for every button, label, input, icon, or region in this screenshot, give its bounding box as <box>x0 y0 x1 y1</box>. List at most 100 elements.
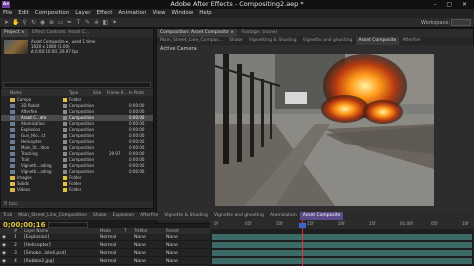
eraser-tool-icon[interactable]: ◧ <box>102 20 109 26</box>
menu-file[interactable]: File <box>0 9 15 18</box>
layer-trkmat-dropdown[interactable]: None <box>134 242 146 249</box>
comp-subtab[interactable]: Vignetting & Shading <box>246 37 300 45</box>
menu-window[interactable]: Window <box>169 9 197 18</box>
visibility-eye-icon[interactable]: ◉ <box>2 258 6 265</box>
visibility-eye-icon[interactable]: ◉ <box>2 242 6 249</box>
timeline-tab[interactable]: Shake <box>90 212 110 220</box>
label-color-swatch[interactable] <box>63 128 67 132</box>
layer-trkmat-dropdown[interactable]: None <box>134 258 146 265</box>
puppet-tool-icon[interactable]: ✦ <box>111 20 118 26</box>
layer-duration-bar[interactable] <box>212 234 472 240</box>
title-bar: Ae Adobe After Effects - Compositing2.ae… <box>0 0 474 9</box>
label-color-swatch[interactable] <box>63 188 67 192</box>
layer-name[interactable]: [Helicopter] <box>24 242 51 249</box>
timeline-layer[interactable]: ◉ 2 [Helicopter] Normal None None <box>0 242 210 249</box>
project-search-input[interactable] <box>3 82 151 88</box>
label-color-swatch[interactable] <box>63 164 67 168</box>
layer-name[interactable]: [Smoke...ble4.psd] <box>24 250 66 257</box>
pen-tool-icon[interactable]: ✒ <box>66 20 73 26</box>
layer-parent-dropdown[interactable]: None <box>166 258 178 265</box>
timeline-tab[interactable]: Asset Composite <box>299 212 344 220</box>
rotate-tool-icon[interactable]: ↻ <box>30 20 37 26</box>
tab-project[interactable]: Project × <box>1 29 28 37</box>
timeline-tab[interactable]: Explosion <box>110 212 138 220</box>
brush-tool-icon[interactable]: ✎ <box>84 20 91 26</box>
timeline-tab[interactable]: Afterfire <box>137 212 161 220</box>
label-color-swatch[interactable] <box>63 134 67 138</box>
comp-subtab[interactable]: Afterfire <box>399 37 423 45</box>
col-in-point[interactable]: In Point <box>129 89 144 96</box>
menu-edit[interactable]: Edit <box>15 9 32 18</box>
comp-subtab[interactable]: Shake <box>226 37 246 45</box>
label-color-swatch[interactable] <box>63 170 67 174</box>
comp-subtab[interactable]: Vignette and ghosting <box>300 37 356 45</box>
layer-parent-dropdown[interactable]: None <box>166 234 178 241</box>
col-size[interactable]: Size <box>93 89 101 96</box>
timeline-layer[interactable]: ◉ 3 [Smoke...ble4.psd] Normal None None <box>0 250 210 257</box>
timeline-tab[interactable]: Atomization <box>267 212 300 220</box>
layer-trkmat-dropdown[interactable]: None <box>134 234 146 241</box>
menu-layer[interactable]: Layer <box>72 9 93 18</box>
comp-subtab[interactable]: Main_Street_Line_Compos... <box>157 37 226 45</box>
comp-subtab[interactable]: Asset Composite <box>355 37 400 45</box>
label-color-swatch[interactable] <box>63 110 67 114</box>
layer-mode-dropdown[interactable]: Normal <box>100 242 116 249</box>
timeline-tab[interactable]: Trail <box>0 212 15 220</box>
timeline-tab[interactable]: Vignette & Shading <box>161 212 211 220</box>
visibility-eye-icon[interactable]: ◉ <box>2 250 6 257</box>
timeline-layer[interactable]: ◉ 4 [Rubble2.jpg] Normal None None <box>0 258 210 265</box>
current-time-indicator-handle[interactable] <box>299 223 306 228</box>
layer-parent-dropdown[interactable]: None <box>166 250 178 257</box>
menu-animation[interactable]: Animation <box>115 9 149 18</box>
layer-name[interactable]: [Explosion] <box>24 234 49 241</box>
layer-duration-bar[interactable] <box>212 242 472 248</box>
window-controls[interactable]: – ▢ ✕ <box>433 0 471 9</box>
label-color-swatch[interactable] <box>63 122 67 126</box>
label-color-swatch[interactable] <box>63 140 67 144</box>
layer-duration-bar[interactable] <box>212 250 472 256</box>
col-frame-rate[interactable]: Frame R... <box>107 89 127 96</box>
layer-name[interactable]: [Rubble2.jpg] <box>24 258 54 265</box>
camera-tool-icon[interactable]: ◉ <box>39 20 46 26</box>
col-type[interactable]: Type <box>69 89 78 96</box>
zoom-tool-icon[interactable]: ⚲ <box>21 20 28 26</box>
menu-effect[interactable]: Effect <box>94 9 116 18</box>
layer-mode-dropdown[interactable]: Normal <box>100 258 116 265</box>
tab-composition[interactable]: Composition: Asset Composite × <box>157 29 237 37</box>
layer-trkmat-dropdown[interactable]: None <box>134 250 146 257</box>
layer-parent-dropdown[interactable]: None <box>166 242 178 249</box>
col-name[interactable]: Name <box>10 89 22 96</box>
timeline-track-area[interactable]: 0f 05f 10f 15f 20f 25f 01:00f 05f 10f <box>210 220 474 266</box>
label-color-swatch[interactable] <box>63 98 67 102</box>
workspace-dropdown[interactable] <box>451 19 471 26</box>
timeline-layer[interactable]: ◉ 1 [Explosion] Normal None None <box>0 234 210 241</box>
selection-tool-icon[interactable]: ➤ <box>3 20 10 26</box>
hand-tool-icon[interactable]: ✋ <box>12 20 19 26</box>
stamp-tool-icon[interactable]: ⎈ <box>93 20 100 26</box>
menu-composition[interactable]: Composition <box>32 9 72 18</box>
time-ruler[interactable]: 0f 05f 10f 15f 20f 25f 01:00f 05f 10f <box>210 220 474 229</box>
mask-tool-icon[interactable]: ▭ <box>57 20 64 26</box>
tab-effect-controls[interactable]: Effect Controls: Asset C... <box>29 29 92 37</box>
menu-help[interactable]: Help <box>196 9 215 18</box>
composition-viewer[interactable]: Active Camera <box>157 45 474 215</box>
visibility-eye-icon[interactable]: ◉ <box>2 234 6 241</box>
layer-mode-dropdown[interactable]: Normal <box>100 234 116 241</box>
layer-duration-bar[interactable] <box>212 258 472 264</box>
label-color-swatch[interactable] <box>63 182 67 186</box>
layer-mode-dropdown[interactable]: Normal <box>100 250 116 257</box>
timeline-tab[interactable]: Main_Street_Line_Composition <box>15 212 90 220</box>
menu-view[interactable]: View <box>149 9 168 18</box>
label-color-swatch[interactable] <box>63 158 67 162</box>
label-color-swatch[interactable] <box>63 146 67 150</box>
label-color-swatch[interactable] <box>63 116 67 120</box>
label-color-swatch[interactable] <box>63 104 67 108</box>
text-tool-icon[interactable]: T <box>75 20 82 26</box>
pan-behind-tool-icon[interactable]: ⊕ <box>48 20 55 26</box>
composition-frame[interactable] <box>215 54 434 206</box>
label-color-swatch[interactable] <box>63 176 67 180</box>
label-color-swatch[interactable] <box>63 152 67 156</box>
project-item[interactable]: Videos Folder <box>1 187 153 193</box>
timeline-tab[interactable]: Vignette and ghosting <box>211 212 267 220</box>
tab-footage[interactable]: Footage: (none) <box>238 29 280 37</box>
